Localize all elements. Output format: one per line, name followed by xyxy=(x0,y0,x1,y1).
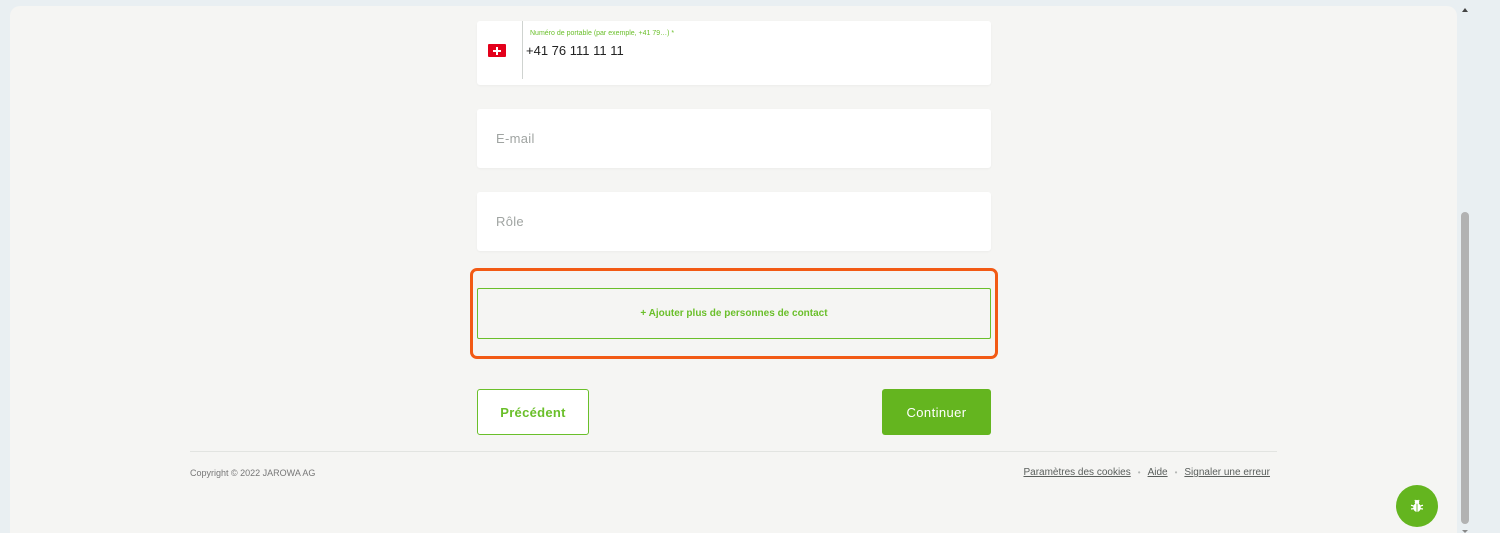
help-link[interactable]: Aide xyxy=(1148,467,1168,478)
previous-button[interactable]: Précédent xyxy=(477,389,589,435)
role-field[interactable]: Rôle xyxy=(477,192,991,251)
previous-button-label: Précédent xyxy=(500,404,566,420)
phone-input-value[interactable]: +41 76 111 11 11 xyxy=(526,43,624,58)
continue-button[interactable]: Continuer xyxy=(882,389,991,435)
role-placeholder: Rôle xyxy=(496,214,524,229)
email-field[interactable]: E-mail xyxy=(477,109,991,168)
footer-links: Paramètres des cookies • Aide • Signaler… xyxy=(1023,467,1270,478)
phone-divider xyxy=(522,21,523,79)
bug-icon xyxy=(1410,499,1424,512)
email-placeholder: E-mail xyxy=(496,131,535,146)
add-contact-label: + Ajouter plus de personnes de contact xyxy=(640,308,828,319)
switzerland-flag-icon[interactable] xyxy=(488,44,506,57)
copyright-text: Copyright © 2022 JAROWA AG xyxy=(190,468,316,478)
phone-field-label: Numéro de portable (par exemple, +41 79…… xyxy=(530,30,675,37)
scroll-thumb[interactable] xyxy=(1461,212,1469,524)
footer-divider xyxy=(190,451,1277,452)
add-contact-button[interactable]: + Ajouter plus de personnes de contact xyxy=(477,288,991,339)
scrollbar[interactable] xyxy=(1460,0,1472,533)
footer-separator: • xyxy=(1174,468,1178,477)
footer-separator: • xyxy=(1137,468,1141,477)
continue-button-label: Continuer xyxy=(906,404,967,420)
report-error-link[interactable]: Signaler une erreur xyxy=(1184,467,1270,478)
cookie-settings-link[interactable]: Paramètres des cookies xyxy=(1023,467,1130,478)
bug-report-button[interactable] xyxy=(1396,485,1438,527)
phone-field[interactable]: Numéro de portable (par exemple, +41 79…… xyxy=(477,21,991,85)
scroll-up-icon[interactable] xyxy=(1462,8,1468,12)
